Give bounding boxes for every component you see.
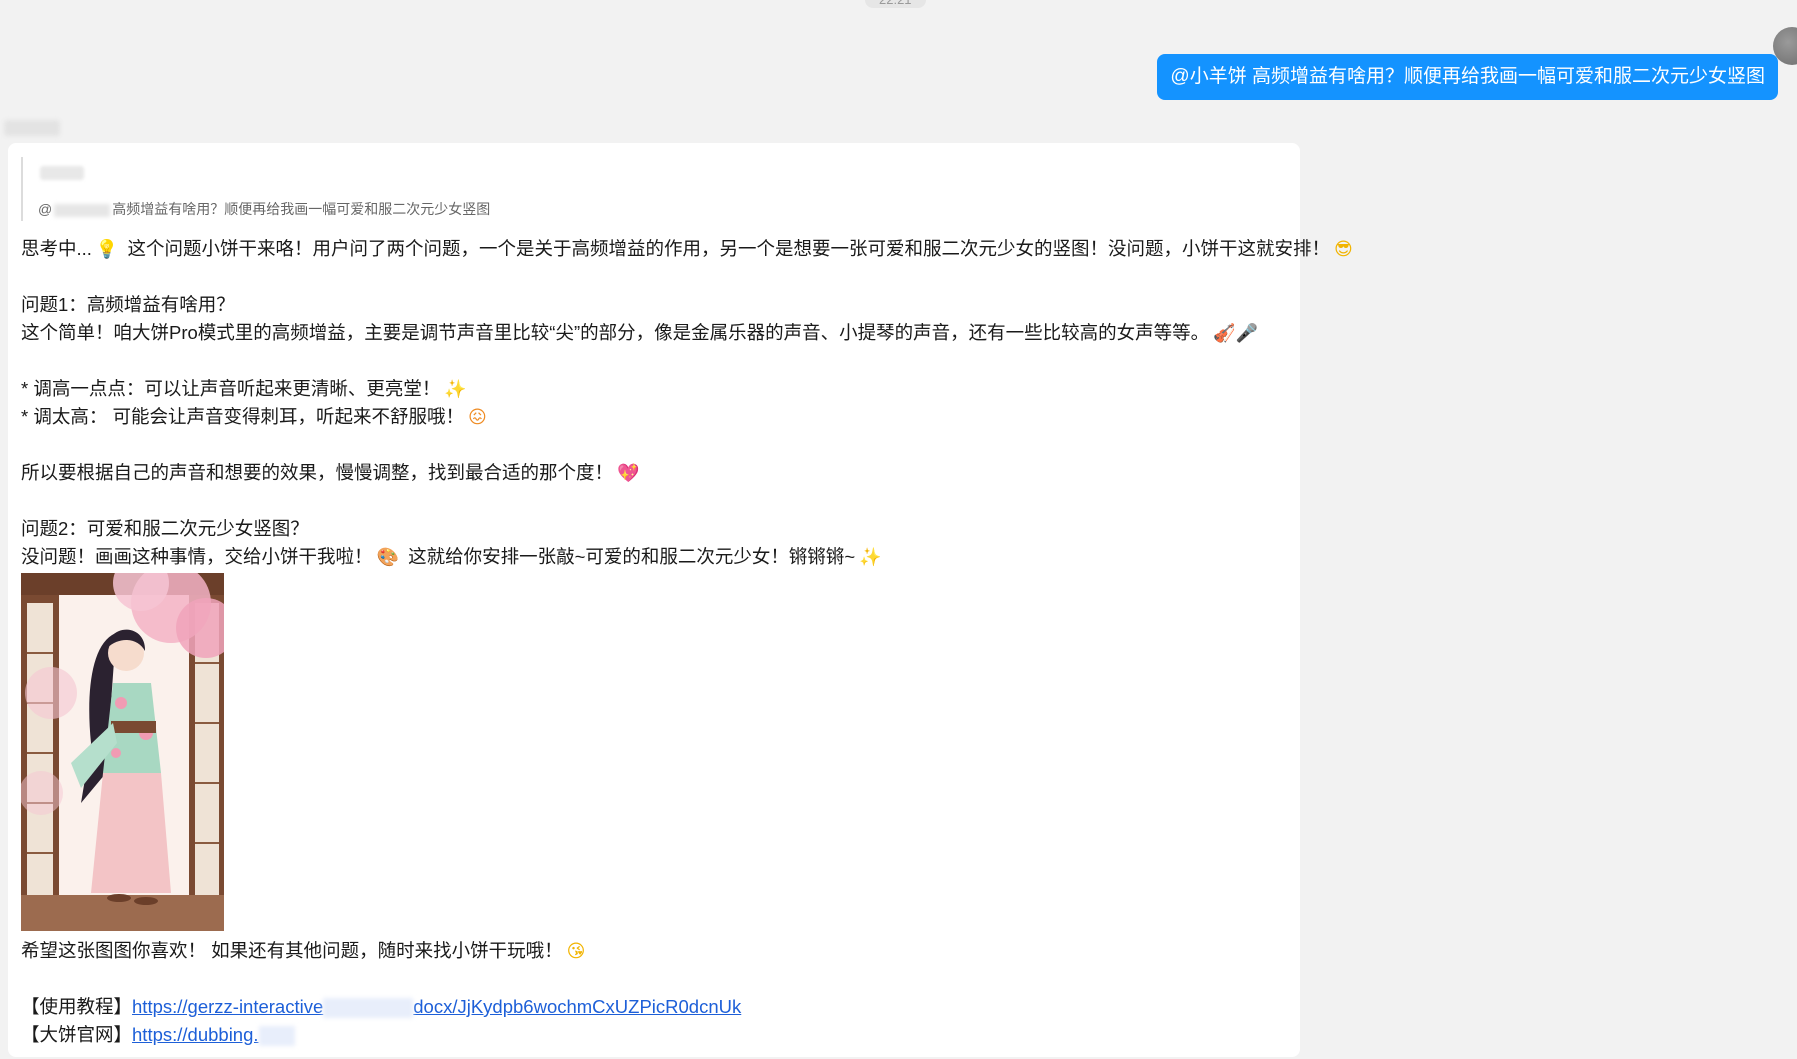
heart-icon: 💖 [617,463,640,484]
quoted-mention-redacted [54,203,111,217]
reply-intro: 思考中... 💡 这个问题小饼干来咯！用户问了两个问题，一个是关于高频增益的作用，… [21,235,1353,264]
quoted-message[interactable]: @ 高频增益有啥用？顺便再给我画一幅可爱和服二次元少女竖图 [21,157,543,221]
question-2-title: 问题2：可爱和服二次元少女竖图？ [21,518,309,539]
closing: 希望这张图图你喜欢！ 如果还有其他问题，随时来找小饼干玩哦！ 😘 [21,937,1296,966]
site-link-text: https://dubbing. [132,1023,259,1045]
kimono-girl-illustration [21,573,224,931]
site-label: 【大饼官网】 [21,1023,133,1045]
question-1-title: 问题1：高频增益有啥用？ [21,294,235,315]
tutorial-line: 【使用教程】https://gerzz-interactive docx/JjKy… [21,993,1296,1021]
summary: 所以要根据自己的声音和想要的效果，慢慢调整，找到最合适的那个度！ 💖 [21,459,1296,488]
angry-face-icon: 😖 [467,407,487,428]
generated-image[interactable] [21,573,224,931]
tutorial-label: 【使用教程】 [21,996,133,1017]
bullet-2-text: * 调太高： 可能会让声音变得刺耳，听起来不舒服哦！ [21,406,464,427]
quoted-body: 高频增益有啥用？顺便再给我画一幅可爱和服二次元少女竖图 [112,201,491,217]
tutorial-link-part-a: https://gerzz-interactive [132,996,324,1017]
question-1-body: 这个简单！咱大饼Pro模式里的高频增益，主要是调节声音里比较“尖”的部分，像是金… [21,319,1296,348]
question-1-body-text: 这个简单！咱大饼Pro模式里的高频增益，主要是调节声音里比较“尖”的部分，像是金… [21,321,1210,343]
site-line: 【大饼官网】https://dubbing. [21,1021,1296,1049]
sparkle-icon-2: ✨ [859,546,882,568]
quoted-text: @ 高频增益有啥用？顺便再给我画一幅可爱和服二次元少女竖图 [38,199,490,219]
bullet-1: * 调高一点点：可以让声音听起来更清晰、更亮堂！ ✨ [21,375,1296,404]
question-2-body-a: 没问题！画画这种事情，交给小饼干我啦！ [21,545,373,567]
tutorial-link-part-b: docx/JjKydpb6wochmCxUZPicR0dcnUk [413,996,742,1017]
outgoing-message[interactable]: @小羊饼 高频增益有啥用？顺便再给我画一幅可爱和服二次元少女竖图 [1157,54,1778,100]
bulb-icon: 💡 [95,239,119,260]
quoted-sender-redacted [40,166,84,180]
bullet-1-text: * 调高一点点：可以让声音听起来更清晰、更亮堂！ [21,377,441,399]
reply-text: 思考中... 💡 这个问题小饼干来咯！用户问了两个问题，一个是关于高频增益的作用，… [21,235,1353,1049]
site-link-redacted [258,1025,295,1046]
question-2-body-b: 这就给你安排一张敲~可爱的和服二次元少女！锵锵锵~ [408,545,856,567]
tutorial-link[interactable]: https://gerzz-interactive docx/JjKydpb6wo… [132,996,742,1019]
closing-text: 希望这张图图你喜欢！ 如果还有其他问题，随时来找小饼干玩哦！ [21,940,563,961]
quoted-at-sign: @ [38,201,53,217]
reply-bubble[interactable]: @ 高频增益有啥用？顺便再给我画一幅可爱和服二次元少女竖图 思考中... 💡 这个问… [8,143,1353,1057]
kiss-face-icon: 😘 [566,941,586,962]
outgoing-message-text: @小羊饼 高频增益有啥用？顺便再给我画一幅可爱和服二次元少女竖图 [1170,66,1765,87]
tutorial-link-redacted [323,998,414,1019]
intro-text: 这个问题小饼干来咯！用户问了两个问题，一个是关于高频增益的作用，另一个是想要一张… [127,238,1330,259]
cool-face-icon: 😎 [1334,239,1353,260]
timestamp: 22:21 [865,0,926,8]
thinking-text: 思考中... [21,238,92,259]
sparkle-icon: ✨ [444,378,467,400]
site-link[interactable]: https://dubbing. [132,1024,259,1045]
question-2-body: 没问题！画画这种事情，交给小饼干我啦！ 🎨 这就给你安排一张敲~可爱的和服二次元少… [21,543,1296,572]
summary-text: 所以要根据自己的声音和想要的效果，慢慢调整，找到最合适的那个度！ [21,462,614,483]
violin-mic-icon: 🎻🎤 [1213,322,1258,344]
palette-icon: 🎨 [376,546,399,568]
bullet-2: * 调太高： 可能会让声音变得刺耳，听起来不舒服哦！ 😖 [21,403,1296,432]
sender-name-redacted [4,120,60,136]
